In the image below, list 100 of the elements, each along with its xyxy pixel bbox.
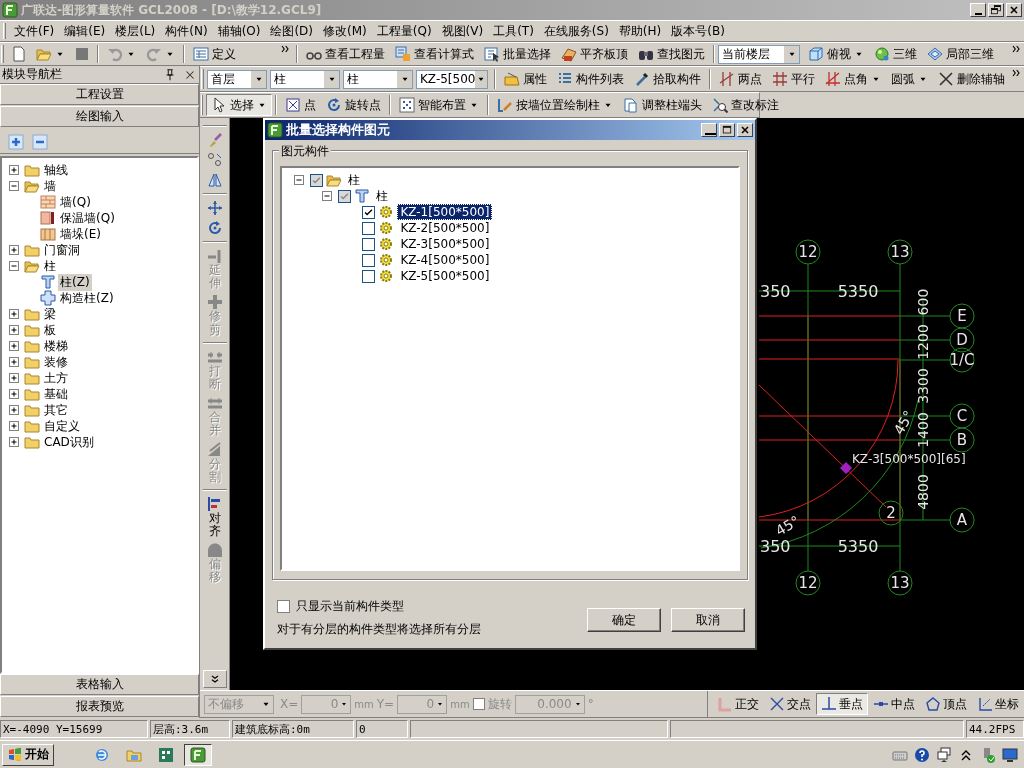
tree-item[interactable]: 装修 — [42, 353, 70, 371]
tree-item[interactable]: KZ-4[500*500] — [397, 252, 493, 268]
menu-item[interactable]: 楼层(L) — [110, 20, 161, 42]
checkbox[interactable] — [362, 221, 376, 235]
expand-all-icon[interactable] — [8, 134, 24, 150]
toolbar-button[interactable]: 选择 — [206, 94, 272, 116]
component-combo[interactable]: 首层 — [207, 69, 267, 89]
tree-item[interactable]: 轴线 — [42, 161, 70, 179]
snap-button[interactable]: 交点 — [764, 693, 816, 715]
toolbar-button[interactable]: 平行 — [767, 68, 820, 90]
checkbox[interactable] — [277, 600, 290, 613]
tree-item[interactable]: CAD识别 — [42, 433, 96, 451]
tree-item[interactable]: 墙(Q) — [58, 193, 93, 211]
dialog-button[interactable]: 确定 — [587, 608, 661, 632]
maximize-button[interactable] — [719, 123, 735, 137]
checkbox[interactable] — [310, 173, 323, 187]
tree-item[interactable]: 保温墙(Q) — [58, 209, 117, 227]
component-combo[interactable]: 柱 — [343, 69, 413, 89]
toolbar-button[interactable]: 点 — [280, 94, 321, 116]
nav-section-button[interactable]: 工程设置 — [0, 84, 199, 105]
windows-icon[interactable] — [936, 746, 952, 763]
collapse-all-icon[interactable] — [32, 134, 48, 150]
toolbar-button[interactable]: 批量选择 — [479, 43, 556, 65]
nav-section-button[interactable]: 报表预览 — [0, 696, 199, 717]
tree-item[interactable]: KZ-1[500*500] — [397, 204, 493, 220]
snap-button[interactable]: 垂点 — [816, 693, 868, 715]
toolbar-button[interactable]: 圆弧 — [886, 68, 933, 90]
menu-item[interactable]: 帮助(H) — [613, 20, 667, 42]
tree-item[interactable]: 墙垛(E) — [58, 225, 103, 243]
tree-item[interactable]: 柱(Z) — [58, 273, 92, 291]
menu-item[interactable]: 辅轴(O) — [212, 20, 266, 42]
snap-button[interactable]: 正交 — [712, 693, 764, 715]
checkbox[interactable] — [472, 698, 485, 710]
tree-item[interactable]: 柱 — [373, 186, 391, 206]
toolbar-button[interactable]: 两点 — [714, 68, 767, 90]
move-button[interactable] — [205, 198, 224, 218]
checkbox[interactable] — [362, 237, 376, 251]
menu-item[interactable]: 工程量(Q) — [371, 20, 437, 42]
minimize-button[interactable] — [701, 123, 717, 137]
toolbar-button[interactable]: 构件列表 — [552, 68, 629, 90]
toolbar-button[interactable]: 点角 — [820, 68, 886, 90]
start-button[interactable]: 开始 — [2, 743, 54, 766]
minimize-button[interactable] — [970, 3, 986, 17]
menu-item[interactable]: 工具(T) — [488, 20, 539, 42]
tree-item[interactable]: 基础 — [42, 385, 70, 403]
menu-item[interactable]: 修改(M) — [318, 20, 372, 42]
menu-item[interactable]: 绘图(D) — [265, 20, 319, 42]
tree-item[interactable]: 柱 — [345, 170, 363, 190]
tree-item[interactable]: 其它 — [42, 401, 70, 419]
toolbar-button[interactable]: 定义 — [188, 43, 268, 65]
toolbar-button[interactable]: 调整柱端头 — [618, 94, 707, 116]
toolbar-button[interactable]: 查看计算式 — [390, 43, 479, 65]
close-button[interactable] — [1006, 3, 1022, 17]
help-icon[interactable] — [914, 746, 930, 763]
tree-item[interactable]: 墙 — [42, 177, 58, 195]
menu-item[interactable]: 版本号(B) — [666, 20, 730, 42]
nav-section-button[interactable]: 绘图输入 — [0, 106, 199, 127]
toolbar-button[interactable]: 属性 — [499, 68, 552, 90]
toolbar-button[interactable]: 按墙位置绘制柱 — [492, 94, 618, 116]
toolbar-button[interactable]: 拾取构件 — [629, 68, 706, 90]
toolbar-button[interactable]: 查改标注 — [707, 94, 784, 116]
tree-item[interactable]: 楼梯 — [42, 337, 70, 355]
toolbar-button[interactable]: 删除辅轴 — [933, 68, 1010, 90]
snap-button[interactable]: 坐标 — [972, 693, 1024, 715]
close-button[interactable] — [737, 123, 753, 137]
menu-item[interactable]: 构件(N) — [160, 20, 213, 42]
drawing-canvas[interactable] — [230, 118, 1024, 690]
taskbar-button[interactable] — [184, 743, 212, 766]
component-combo[interactable]: KZ-5[500 — [416, 69, 488, 89]
tree-item[interactable]: 柱 — [42, 257, 58, 275]
toolbar-button[interactable]: 旋转点 — [321, 94, 386, 116]
component-combo[interactable]: 柱 — [270, 69, 340, 89]
checkbox[interactable] — [362, 253, 376, 267]
tree-item[interactable]: 板 — [42, 321, 58, 339]
toolbar-button[interactable]: 查看工程量 — [301, 43, 390, 65]
menu-item[interactable]: 视图(V) — [436, 20, 489, 42]
tree-item[interactable]: 土方 — [42, 369, 70, 387]
tree-item[interactable]: 门窗洞 — [42, 241, 82, 259]
toolbar-button[interactable]: 俯视 — [803, 43, 869, 65]
checkbox[interactable] — [362, 205, 376, 219]
toolbar-button[interactable]: 智能布置 — [394, 94, 484, 116]
menu-item[interactable]: 在线服务(S) — [538, 20, 614, 42]
expand-button[interactable] — [202, 670, 227, 688]
checkbox[interactable] — [338, 189, 351, 203]
tree-item[interactable]: 自定义 — [42, 417, 82, 435]
toolbar-button[interactable]: 三维 — [869, 43, 922, 65]
toolbar-button[interactable]: 查找图元 — [633, 43, 710, 65]
floor-combo[interactable]: 当前楼层 — [718, 44, 800, 64]
tree-item[interactable]: 梁 — [42, 305, 58, 323]
tree-item[interactable]: KZ-2[500*500] — [397, 220, 493, 236]
snap-button[interactable]: 中点 — [868, 693, 920, 715]
tree-item[interactable]: 构造柱(Z) — [58, 289, 116, 307]
toolbar-button[interactable]: 平齐板顶 — [556, 43, 633, 65]
tree-item[interactable]: KZ-5[500*500] — [397, 268, 493, 284]
restore-button[interactable] — [988, 3, 1004, 17]
dialog-button[interactable]: 取消 — [671, 608, 745, 632]
menu-item[interactable]: 编辑(E) — [59, 20, 111, 42]
toolbar-button[interactable]: 局部三维 — [922, 43, 999, 65]
snap-button[interactable]: 顶点 — [920, 693, 972, 715]
monitor-icon[interactable] — [1002, 746, 1018, 763]
